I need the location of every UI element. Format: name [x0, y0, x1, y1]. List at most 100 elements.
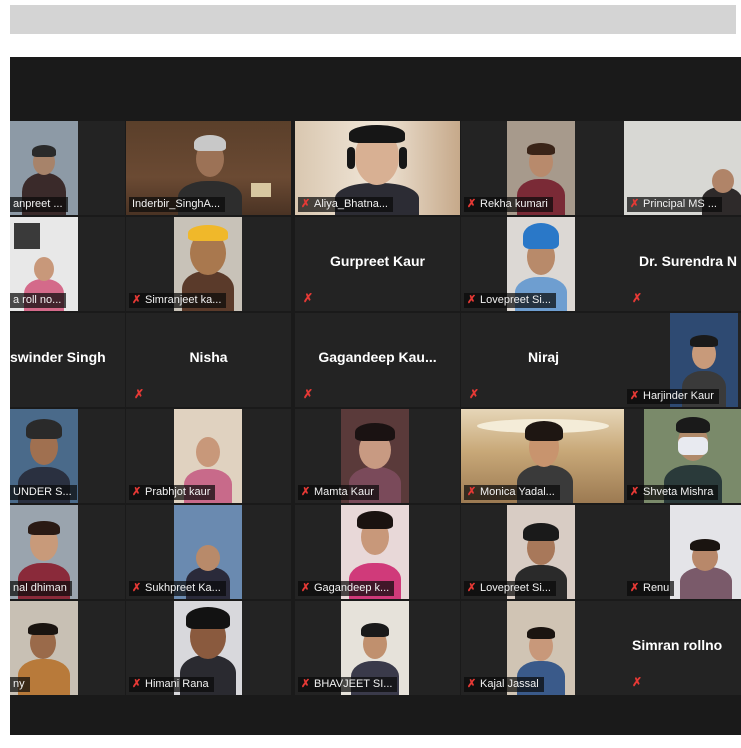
video-gallery: anpreet ... Inderbir_SinghA... ✗ Aliya_B…	[10, 57, 741, 735]
participant-tile[interactable]: UNDER S...	[10, 409, 125, 503]
participant-tile[interactable]: Gagandeep Kau... ✗	[295, 313, 460, 407]
participant-tile[interactable]: ✗ Monica Yadal...	[461, 409, 626, 503]
participant-name: Mamta Kaur	[314, 486, 374, 498]
participant-tile[interactable]: ✗ Mamta Kaur	[295, 409, 460, 503]
participant-tile[interactable]: ✗ Lovepreet Si...	[461, 505, 626, 599]
participant-tile[interactable]: Niraj ✗	[461, 313, 626, 407]
participant-name-tag: ✗ Lovepreet Si...	[464, 293, 556, 308]
participant-tile[interactable]: ✗ Renu	[624, 505, 741, 599]
participant-name: Gurpreet Kaur	[330, 253, 425, 269]
muted-mic-icon: ✗	[467, 678, 477, 690]
muted-mic-icon: ✗	[632, 291, 643, 305]
participant-name-tag: ✗ Kajal Jassal	[464, 677, 544, 692]
participant-tile[interactable]: Nisha ✗	[126, 313, 291, 407]
participant-name-tag: ✗ Renu	[627, 581, 675, 596]
participant-name-tag: ✗ Sukhpreet Ka...	[129, 581, 226, 596]
top-bar	[10, 5, 736, 34]
muted-mic-icon: ✗	[467, 486, 477, 498]
participant-name: swinder Singh	[10, 349, 106, 365]
participant-name: Lovepreet Si...	[480, 582, 551, 594]
participant-tile[interactable]: ✗ Rekha kumari	[461, 121, 626, 215]
participant-name: Inderbir_SinghA...	[132, 198, 221, 210]
muted-mic-icon: ✗	[132, 294, 142, 306]
participant-name-tag: nal dhiman	[10, 581, 72, 596]
participant-tile[interactable]: ✗ BHAVJEET SI...	[295, 601, 460, 695]
participant-name-tag: ✗ Mamta Kaur	[298, 485, 379, 500]
participant-tile[interactable]: Gurpreet Kaur ✗	[295, 217, 460, 311]
participant-tile[interactable]: ✗ Simranjeet ka...	[126, 217, 291, 311]
participant-name-tag: ✗ Principal MS ...	[627, 197, 722, 212]
participant-tile[interactable]: ✗ Lovepreet Si...	[461, 217, 626, 311]
participant-name: Sukhpreet Ka...	[145, 582, 221, 594]
muted-mic-icon: ✗	[132, 582, 142, 594]
participant-name: anpreet ...	[13, 198, 63, 210]
participant-name: Kajal Jassal	[480, 678, 539, 690]
participant-name: Lovepreet Si...	[480, 294, 551, 306]
participant-name: Principal MS ...	[643, 198, 717, 210]
participant-tile[interactable]: swinder Singh	[10, 313, 125, 407]
muted-mic-icon: ✗	[630, 582, 640, 594]
participant-name: Niraj	[527, 349, 560, 365]
participant-tile[interactable]: ✗ Kajal Jassal	[461, 601, 626, 695]
participant-tile[interactable]: Dr. Surendra N ✗	[624, 217, 741, 311]
participant-name: nal dhiman	[13, 582, 67, 594]
participant-name-tag: ✗ Harjinder Kaur	[627, 389, 719, 404]
participant-tile[interactable]: anpreet ...	[10, 121, 125, 215]
participant-name: Monica Yadal...	[480, 486, 555, 498]
participant-name: Dr. Surendra N	[639, 253, 738, 269]
muted-mic-icon: ✗	[301, 678, 311, 690]
participant-name: Renu	[643, 582, 670, 594]
participant-name-tag: ny	[10, 677, 30, 692]
participant-name: Gagandeep Kau...	[318, 349, 437, 365]
participant-name-tag: ✗ Lovepreet Si...	[464, 581, 556, 596]
participant-name: Simranjeet ka...	[145, 294, 222, 306]
participant-tile[interactable]: ✗ Himani Rana	[126, 601, 291, 695]
muted-mic-icon: ✗	[630, 390, 640, 402]
participant-name-tag: ✗ Prabhjot kaur	[129, 485, 216, 500]
participant-tile[interactable]: ✗ Shveta Mishra	[624, 409, 741, 503]
muted-mic-icon: ✗	[134, 387, 145, 401]
muted-mic-icon: ✗	[469, 387, 480, 401]
participant-name-tag: ✗ Simranjeet ka...	[129, 293, 227, 308]
participant-name-tag: ✗ BHAVJEET SI...	[298, 677, 398, 692]
participant-tile[interactable]: ✗ Principal MS ...	[624, 121, 741, 215]
muted-mic-icon: ✗	[301, 582, 311, 594]
participant-name-tag: a roll no...	[10, 293, 67, 308]
participant-tile[interactable]: nal dhiman	[10, 505, 125, 599]
participant-name: a roll no...	[13, 294, 62, 306]
participant-tile[interactable]: ✗ Harjinder Kaur	[624, 313, 741, 407]
muted-mic-icon: ✗	[630, 198, 640, 210]
participant-name-tag: ✗ Himani Rana	[129, 677, 214, 692]
participant-name-tag: ✗ Monica Yadal...	[464, 485, 560, 500]
muted-mic-icon: ✗	[301, 486, 311, 498]
participant-tile[interactable]: ny	[10, 601, 125, 695]
participant-name-tag: ✗ Shveta Mishra	[627, 485, 719, 500]
participant-name: Simran rollno	[632, 637, 723, 653]
participant-name: UNDER S...	[13, 486, 72, 498]
participant-name-tag: anpreet ...	[10, 197, 68, 212]
participant-tile[interactable]: ✗ Prabhjot kaur	[126, 409, 291, 503]
muted-mic-icon: ✗	[632, 675, 643, 689]
muted-mic-icon: ✗	[467, 582, 477, 594]
participant-video	[670, 505, 741, 599]
muted-mic-icon: ✗	[630, 486, 640, 498]
muted-mic-icon: ✗	[303, 291, 314, 305]
participant-tile[interactable]: ✗ Gagandeep k...	[295, 505, 460, 599]
participant-name-tag: ✗ Rekha kumari	[464, 197, 553, 212]
muted-mic-icon: ✗	[467, 294, 477, 306]
participant-name: Himani Rana	[145, 678, 209, 690]
muted-mic-icon: ✗	[303, 387, 314, 401]
participant-name: Aliya_Bhatna...	[314, 198, 388, 210]
muted-mic-icon: ✗	[301, 198, 311, 210]
participant-tile[interactable]: Simran rollno ✗	[624, 601, 741, 695]
participant-tile[interactable]: a roll no...	[10, 217, 125, 311]
participant-tile-active-speaker[interactable]: Inderbir_SinghA...	[126, 121, 291, 215]
participant-name-tag: UNDER S...	[10, 485, 77, 500]
participant-name: BHAVJEET SI...	[314, 678, 393, 690]
participant-name-tag: Inderbir_SinghA...	[129, 197, 226, 212]
participant-name: Harjinder Kaur	[643, 390, 714, 402]
muted-mic-icon: ✗	[132, 486, 142, 498]
participant-tile[interactable]: ✗ Sukhpreet Ka...	[126, 505, 291, 599]
participant-name: Rekha kumari	[480, 198, 548, 210]
participant-tile[interactable]: ✗ Aliya_Bhatna...	[295, 121, 460, 215]
